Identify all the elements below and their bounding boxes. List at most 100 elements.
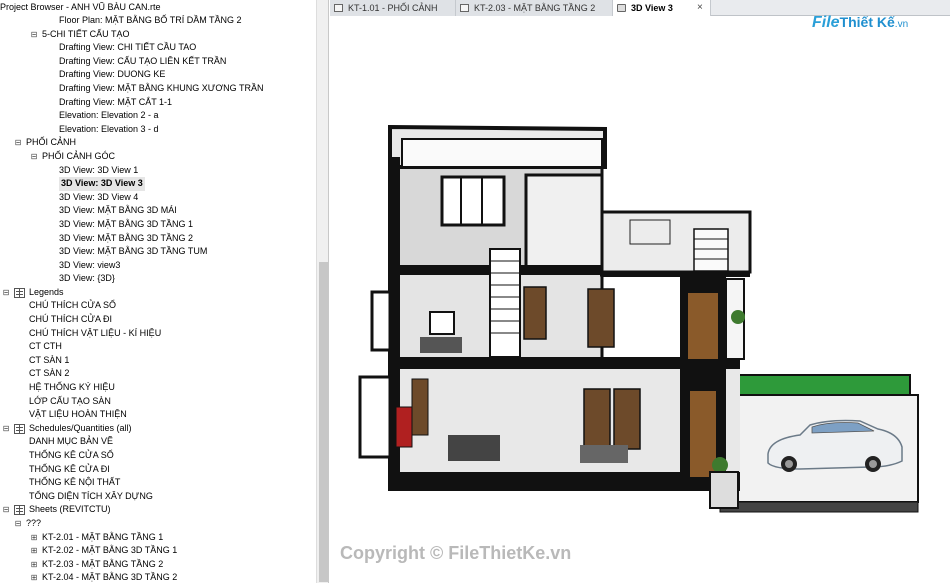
- tree-item[interactable]: ⊟ Legends: [0, 286, 316, 300]
- tree-item[interactable]: Drafting View: MẶT CẮT 1-1: [0, 96, 316, 110]
- tab-kt-1-01[interactable]: KT-1.01 - PHỐI CẢNH: [330, 0, 456, 16]
- project-tree: Floor Plan: MẶT BẰNG BỐ TRÍ DẦM TẦNG 2 ⊟ 5…: [0, 14, 316, 583]
- logo-part-file: File: [812, 14, 840, 31]
- tab-3d-view-3[interactable]: 3D View 3 ×: [613, 0, 711, 16]
- tree-item-label: PHỐI CẢNH GÓC: [42, 150, 116, 161]
- tree-item[interactable]: CHÚ THÍCH VẬT LIỆU - KÍ HIỆU: [0, 327, 316, 341]
- tree-item-label: 3D View: MẶT BẰNG 3D MÁI: [59, 205, 177, 216]
- tree-item[interactable]: CHÚ THÍCH CỬA SỔ: [0, 299, 316, 313]
- tree-item[interactable]: 3D View: 3D View 3: [0, 177, 316, 191]
- tree-item[interactable]: 3D View: 3D View 4: [0, 191, 316, 205]
- tree-item-label: PHỐI CẢNH: [26, 137, 77, 148]
- sheet-icon: [334, 4, 343, 12]
- tree-item[interactable]: ⊟ Sheets (REVITCTU): [0, 503, 316, 517]
- table-icon: [14, 423, 25, 434]
- tree-item[interactable]: ⊞ KT-2.03 - MẶT BẰNG TẦNG 2: [0, 558, 316, 572]
- tree-item-label: CT SÀN 1: [29, 354, 70, 365]
- collapse-icon[interactable]: ⊟: [30, 152, 38, 161]
- tree-item-label: CHÚ THÍCH CỬA SỔ: [29, 300, 117, 311]
- tree-item[interactable]: Drafting View: CẤU TẠO LIÊN KẾT TRẦN: [0, 55, 316, 69]
- tree-item[interactable]: CHÚ THÍCH CỬA ĐI: [0, 313, 316, 327]
- tree-item-label: TỔNG DIỆN TÍCH XÂY DỰNG: [29, 490, 153, 501]
- tree-item[interactable]: ⊞ KT-2.02 - MẶT BẰNG 3D TẦNG 1: [0, 544, 316, 558]
- 3d-view-icon: [617, 4, 626, 12]
- tab-label: KT-2.03 - MẶT BẰNG TẦNG 2: [474, 3, 596, 13]
- tree-item[interactable]: VẬT LIỆU HOÀN THIỆN: [0, 408, 316, 422]
- table-icon: [14, 287, 25, 298]
- tree-item-label: KT-2.03 - MẶT BẰNG TẦNG 2: [42, 558, 164, 569]
- tree-item-label: Elevation: Elevation 2 - a: [59, 110, 159, 121]
- tree-item[interactable]: Drafting View: MẶT BẰNG KHUNG XƯƠNG TRẦN: [0, 82, 316, 96]
- expand-icon[interactable]: ⊞: [30, 547, 38, 555]
- tree-item-label: 3D View: 3D View 4: [59, 191, 139, 202]
- tree-item-label: 5-CHI TIẾT CẤU TẠO: [42, 28, 130, 39]
- tree-item[interactable]: 3D View: MẶT BẰNG 3D MÁI: [0, 204, 316, 218]
- tree-item-label: THỐNG KÊ CỬA ĐI: [29, 463, 110, 474]
- tree-item[interactable]: 3D View: {3D}: [0, 272, 316, 286]
- tab-kt-2-03[interactable]: KT-2.03 - MẶT BẰNG TẦNG 2: [456, 0, 613, 16]
- tree-item-label: CHÚ THÍCH VẬT LIỆU - KÍ HIỆU: [29, 327, 162, 338]
- tree-item-label: 3D View: MẶT BẰNG 3D TẦNG 2: [59, 232, 194, 243]
- tree-item[interactable]: Drafting View: DUONG KE: [0, 68, 316, 82]
- tree-item[interactable]: CT SÀN 2: [0, 367, 316, 381]
- tree-item[interactable]: ⊞ KT-2.01 - MẶT BẰNG TẦNG 1: [0, 531, 316, 545]
- tree-item[interactable]: Drafting View: CHI TIẾT CẦU TAO: [0, 41, 316, 55]
- project-browser-title: Project Browser - ANH VŨ BÀU CAN.rte: [0, 2, 161, 12]
- tree-item-label: ???: [26, 517, 42, 528]
- tree-item-label: 3D View: view3: [59, 259, 121, 270]
- tree-item[interactable]: Elevation: Elevation 2 - a: [0, 109, 316, 123]
- collapse-icon[interactable]: ⊟: [2, 424, 10, 433]
- tree-item-label: Drafting View: CẤU TẠO LIÊN KẾT TRẦN: [59, 55, 227, 66]
- tree-item-label: HỆ THỐNG KÝ HIỆU: [29, 382, 115, 393]
- tree-item[interactable]: ⊟ 5-CHI TIẾT CẤU TẠO: [0, 28, 316, 42]
- table-icon: [14, 505, 25, 516]
- browser-scrollbar[interactable]: [316, 0, 328, 583]
- logo-part-vn: .vn: [894, 19, 909, 30]
- tree-item-label: 3D View: MẶT BẰNG 3D TẦNG TUM: [59, 246, 208, 257]
- collapse-icon[interactable]: ⊟: [30, 30, 38, 39]
- tree-item-label: Schedules/Quantities (all): [29, 422, 132, 433]
- tree-item-label: 3D View: MẶT BẰNG 3D TẦNG 1: [59, 218, 194, 229]
- scroll-thumb[interactable]: [319, 262, 328, 582]
- tree-item[interactable]: Elevation: Elevation 3 - d: [0, 123, 316, 137]
- collapse-icon[interactable]: ⊟: [2, 506, 10, 514]
- tree-item[interactable]: THỐNG KÊ CỬA SỔ: [0, 449, 316, 463]
- tree-item[interactable]: THỐNG KÊ NỘI THẤT: [0, 476, 316, 490]
- tab-label: KT-1.01 - PHỐI CẢNH: [348, 3, 438, 13]
- tree-item[interactable]: DANH MỤC BẢN VẼ: [0, 435, 316, 449]
- tree-item[interactable]: LỚP CẤU TẠO SÀN: [0, 395, 316, 409]
- tree-item[interactable]: THỐNG KÊ CỬA ĐI: [0, 463, 316, 477]
- tree-item[interactable]: 3D View: 3D View 1: [0, 164, 316, 178]
- tree-item[interactable]: ⊟ PHỐI CẢNH: [0, 136, 316, 150]
- tree-item-label: KT-2.04 - MẶT BẰNG 3D TẦNG 2: [42, 572, 178, 583]
- tree-item-label: Drafting View: CHI TIẾT CẦU TAO: [59, 42, 197, 53]
- tree-item[interactable]: TỔNG DIỆN TÍCH XÂY DỰNG: [0, 490, 316, 504]
- expand-icon[interactable]: ⊞: [30, 560, 38, 569]
- collapse-icon[interactable]: ⊟: [2, 288, 10, 297]
- filethietke-logo: FileThiết Kế.vn: [812, 14, 908, 40]
- 3d-viewport[interactable]: [330, 17, 950, 583]
- tree-item-label: KT-2.01 - MẶT BẰNG TẦNG 1: [42, 531, 164, 542]
- tree-item-label: KT-2.02 - MẶT BẰNG 3D TẦNG 1: [42, 545, 178, 556]
- tree-item-label: THỐNG KÊ CỬA SỔ: [29, 450, 114, 460]
- tree-item[interactable]: ⊟???: [0, 517, 316, 531]
- tree-item[interactable]: 3D View: MẶT BẰNG 3D TẦNG 2: [0, 232, 316, 246]
- tree-item[interactable]: 3D View: MẶT BẰNG 3D TẦNG 1: [0, 218, 316, 232]
- tree-item[interactable]: 3D View: view3: [0, 259, 316, 273]
- tree-item[interactable]: Floor Plan: MẶT BẰNG BỐ TRÍ DẦM TẦNG 2: [0, 14, 316, 28]
- tree-item-label: 3D View: {3D}: [59, 273, 115, 284]
- tree-item[interactable]: CT CTH: [0, 340, 316, 354]
- tree-item[interactable]: CT SÀN 1: [0, 354, 316, 368]
- tree-item[interactable]: ⊟ PHỐI CẢNH GÓC: [0, 150, 316, 164]
- expand-icon[interactable]: ⊞: [30, 574, 38, 582]
- tree-item[interactable]: ⊟ Schedules/Quantities (all): [0, 422, 316, 436]
- tree-item[interactable]: ⊞ KT-2.04 - MẶT BẰNG 3D TẦNG 2: [0, 571, 316, 583]
- tree-item[interactable]: 3D View: MẶT BẰNG 3D TẦNG TUM: [0, 245, 316, 259]
- expand-icon[interactable]: ⊞: [30, 533, 38, 542]
- collapse-icon[interactable]: ⊟: [14, 519, 22, 528]
- copyright-watermark: Copyright © FileThietKe.vn: [340, 543, 572, 563]
- tree-item-label: Floor Plan: MẶT BẰNG BỐ TRÍ DẦM TẦNG 2: [59, 15, 242, 25]
- close-icon[interactable]: ×: [697, 0, 703, 16]
- collapse-icon[interactable]: ⊟: [14, 139, 22, 147]
- tree-item[interactable]: HỆ THỐNG KÝ HIỆU: [0, 381, 316, 395]
